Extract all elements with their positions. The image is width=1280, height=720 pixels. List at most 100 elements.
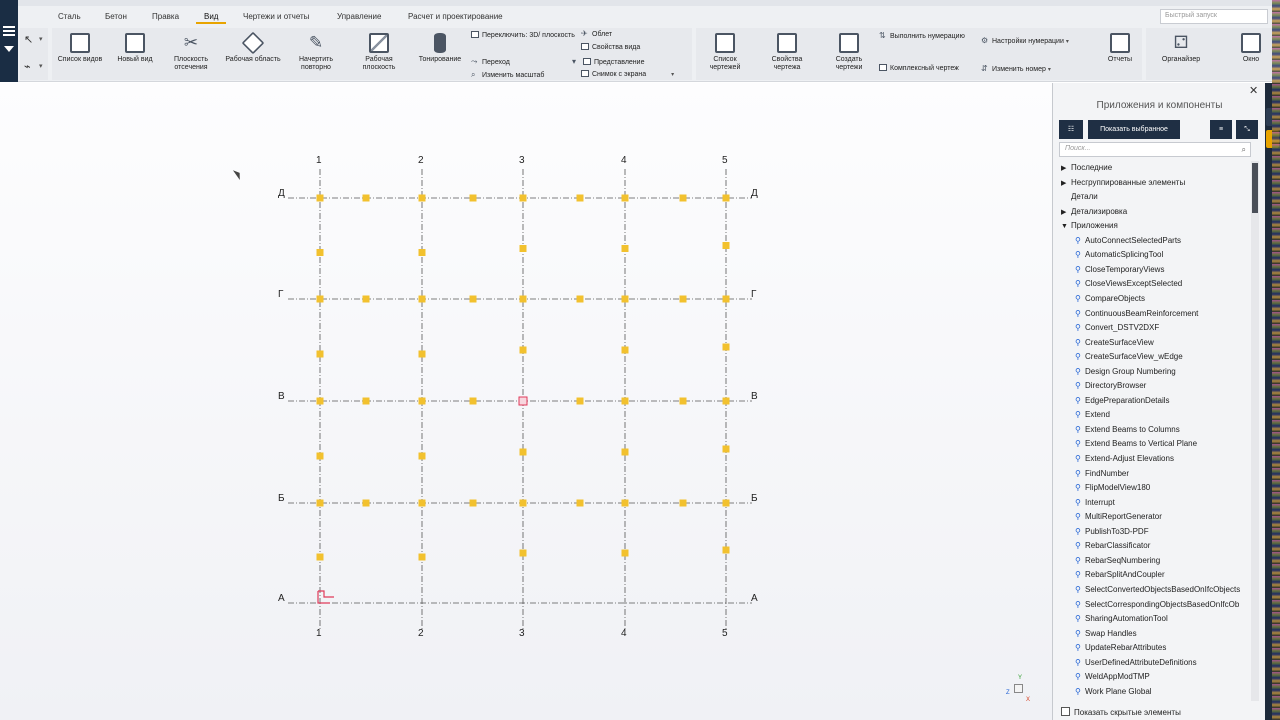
file-menu-strip[interactable] <box>0 0 18 82</box>
tab-edit[interactable]: Правка <box>152 12 179 21</box>
tree-app-item[interactable]: ⚲ Swap Handles <box>1075 627 1137 641</box>
tree-app-item[interactable]: ⚲ ContinuousBeamReinforcement <box>1075 307 1198 321</box>
rendering-button[interactable]: Тонирование <box>412 33 468 64</box>
list-view-button[interactable]: ☷ <box>1059 120 1083 139</box>
grid-node[interactable] <box>469 397 477 405</box>
tab-view[interactable]: Вид <box>195 12 228 24</box>
tree-app-item[interactable]: ⚲ SelectCorrespondingObjectsBasedOnIfcOb <box>1075 598 1239 612</box>
tree-app-item[interactable]: ⚲ Design Group Numbering <box>1075 365 1176 379</box>
quick-launch-input[interactable]: Быстрый запуск <box>1160 9 1268 24</box>
reports-button[interactable]: Отчеты <box>1100 33 1140 64</box>
show-hidden-checkbox[interactable]: Показать скрытые элементы <box>1061 707 1181 717</box>
tree-app-item[interactable]: ⚲ RebarSplitAndCoupler <box>1075 568 1165 582</box>
grid-node[interactable] <box>722 397 730 405</box>
run-numbering-button[interactable]: ⇅ Выполнить нумерацию <box>879 31 969 41</box>
search-icon[interactable]: ⌕ <box>1242 145 1246 155</box>
tree-app-item[interactable]: ⚲ Extend-Adjust Elevations <box>1075 452 1174 466</box>
grid-node[interactable] <box>722 445 730 453</box>
grid-node[interactable] <box>722 295 730 303</box>
grid-node[interactable] <box>576 397 584 405</box>
organizer-button[interactable]: ⚁ Органайзер <box>1152 33 1210 64</box>
grid-node[interactable] <box>418 553 426 561</box>
close-icon[interactable]: ✕ <box>1249 84 1258 97</box>
grid-node[interactable] <box>316 249 324 256</box>
tree-category[interactable]: ▶ Несгруппированные элементы <box>1061 176 1185 190</box>
tree-app-item[interactable]: ⚲ FlipModelView180 <box>1075 481 1150 495</box>
grid-node[interactable] <box>418 194 426 202</box>
grid-node[interactable] <box>418 499 426 507</box>
change-number-button[interactable]: ⇵ Изменить номер ▾ <box>981 64 1051 75</box>
grid-node[interactable] <box>316 350 324 358</box>
work-area-button[interactable]: Рабочая область <box>220 31 286 64</box>
grid-node[interactable] <box>621 549 629 557</box>
tree-category[interactable]: ▼ Приложения <box>1061 219 1118 233</box>
grid-node[interactable] <box>469 194 477 202</box>
tree-app-item[interactable]: ⚲ PublishTo3D-PDF <box>1075 525 1149 539</box>
grid-node[interactable] <box>418 350 426 358</box>
grid-node[interactable] <box>679 194 687 202</box>
grid-node[interactable] <box>722 546 730 554</box>
grid-node[interactable] <box>316 194 324 202</box>
tree-app-item[interactable]: ⚲ EdgePreparationDetails <box>1075 394 1170 408</box>
grid-node[interactable] <box>679 397 687 405</box>
grid-node[interactable] <box>621 448 629 456</box>
create-drawings-button[interactable]: Создать чертежи <box>826 33 872 72</box>
tree-app-item[interactable]: ⚲ CreateSurfaceView_wEdge <box>1075 350 1183 364</box>
tree-app-item[interactable]: ⚲ FindNumber <box>1075 467 1129 481</box>
grid-node[interactable] <box>362 397 370 405</box>
tree-app-item[interactable]: ⚲ Extend Beams to Columns <box>1075 423 1180 437</box>
tree-app-item[interactable]: ⚲ CompareObjects <box>1075 292 1145 306</box>
caret-right-icon[interactable]: ▶ <box>1061 177 1071 191</box>
grid-node[interactable] <box>519 448 527 456</box>
view-list-button[interactable]: Список видов <box>54 33 106 64</box>
grid-node[interactable] <box>469 499 477 507</box>
tree-app-item[interactable]: ⚲ Convert_DSTV2DXF <box>1075 321 1159 335</box>
grid-node[interactable] <box>519 245 527 252</box>
grid-node[interactable] <box>576 194 584 202</box>
caret-right-icon[interactable]: ▶ <box>1061 206 1071 220</box>
collapse-panel-button[interactable]: ⤡ <box>1236 120 1258 139</box>
screenshot-button[interactable]: Снимок с экрана ▾ <box>581 70 674 80</box>
tree-app-item[interactable]: ⚲ Interrupt <box>1075 496 1115 510</box>
caret-down-icon[interactable]: ▼ <box>1061 220 1071 234</box>
flyby-button[interactable]: ✈ Облет <box>581 29 612 39</box>
grid-node[interactable] <box>679 499 687 507</box>
grid-node[interactable] <box>621 346 629 354</box>
grid-node[interactable] <box>519 295 527 303</box>
grid-node[interactable] <box>576 295 584 303</box>
grid-node[interactable] <box>722 343 730 351</box>
tree-app-item[interactable]: ⚲ RebarSeqNumbering <box>1075 554 1160 568</box>
tree-app-item[interactable]: ⚲ Extend <box>1075 408 1110 422</box>
tree-app-item[interactable]: ⚲ SelectConvertedObjectsBasedOnIfcObjects <box>1075 583 1240 597</box>
grid-node[interactable] <box>621 397 629 405</box>
grid-node[interactable] <box>418 452 426 460</box>
grid-node[interactable] <box>621 194 629 202</box>
clip-plane-button[interactable]: ✂ Плоскость отсечения <box>168 33 214 72</box>
grid-drawing[interactable]: 1 1 2 2 3 3 4 4 5 5 Д Д Г Г В В Б Б А А <box>0 83 1052 720</box>
chevron-down-icon[interactable] <box>4 46 14 52</box>
tab-analysis-design[interactable]: Расчет и проектирование <box>408 12 503 21</box>
grid-node[interactable] <box>519 194 527 202</box>
grid-node[interactable] <box>519 499 527 507</box>
tab-steel[interactable]: Сталь <box>58 12 81 21</box>
grid-node[interactable] <box>679 295 687 303</box>
grid-node[interactable] <box>621 499 629 507</box>
tree-app-item[interactable]: ⚲ CloseViewsExceptSelected <box>1075 277 1182 291</box>
panel-search-input[interactable]: Поиск... ⌕ <box>1059 142 1251 157</box>
tree-app-item[interactable]: ⚲ CreateSurfaceView <box>1075 336 1154 350</box>
change-scale-button[interactable]: ⌕ Изменить масштаб <box>471 70 544 80</box>
tree-category[interactable]: ▶ Последние <box>1061 161 1112 175</box>
tree-app-item[interactable]: ⚲ DirectoryBrowser <box>1075 379 1146 393</box>
tree-app-item[interactable]: ⚲ Extend Beams to Vertical Plane <box>1075 437 1197 451</box>
tree-scrollbar[interactable] <box>1251 161 1259 701</box>
drawing-properties-button[interactable]: Свойства чертежа <box>764 33 810 72</box>
tree-app-item[interactable]: ⚲ AutomaticSplicingTool <box>1075 248 1163 262</box>
scrollbar-thumb[interactable] <box>1252 163 1258 213</box>
tab-manage[interactable]: Управление <box>337 12 381 21</box>
grid-node[interactable] <box>316 553 324 561</box>
window-button[interactable]: Окно <box>1236 33 1266 64</box>
tree-app-item[interactable]: ⚲ UpdateRebarAttributes <box>1075 641 1166 655</box>
grid-node[interactable] <box>418 295 426 303</box>
hamburger-menu-icon[interactable] <box>3 26 15 36</box>
numbering-settings-button[interactable]: ⚙ Настройки нумерации ▾ <box>981 36 1069 47</box>
